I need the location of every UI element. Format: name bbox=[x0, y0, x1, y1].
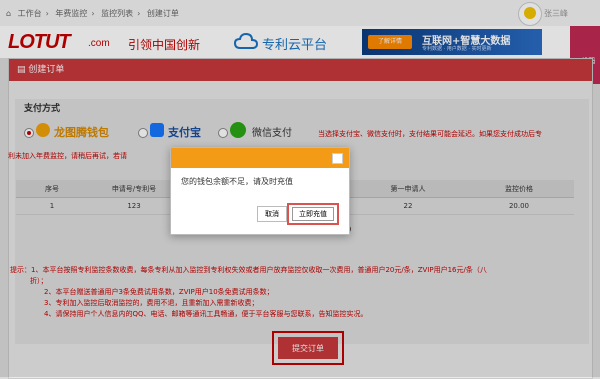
insufficient-balance-dialog: 您的钱包余额不足，请及时充值 取消 立即充值 bbox=[170, 147, 350, 235]
dialog-header bbox=[171, 148, 349, 168]
recharge-now-button[interactable]: 立即充值 bbox=[292, 207, 334, 221]
confirm-highlight: 立即充值 bbox=[287, 203, 339, 225]
dialog-cancel-button[interactable]: 取消 bbox=[257, 206, 287, 222]
dialog-close-icon[interactable] bbox=[332, 153, 343, 164]
dialog-message: 您的钱包余额不足，请及时充值 bbox=[181, 177, 293, 186]
